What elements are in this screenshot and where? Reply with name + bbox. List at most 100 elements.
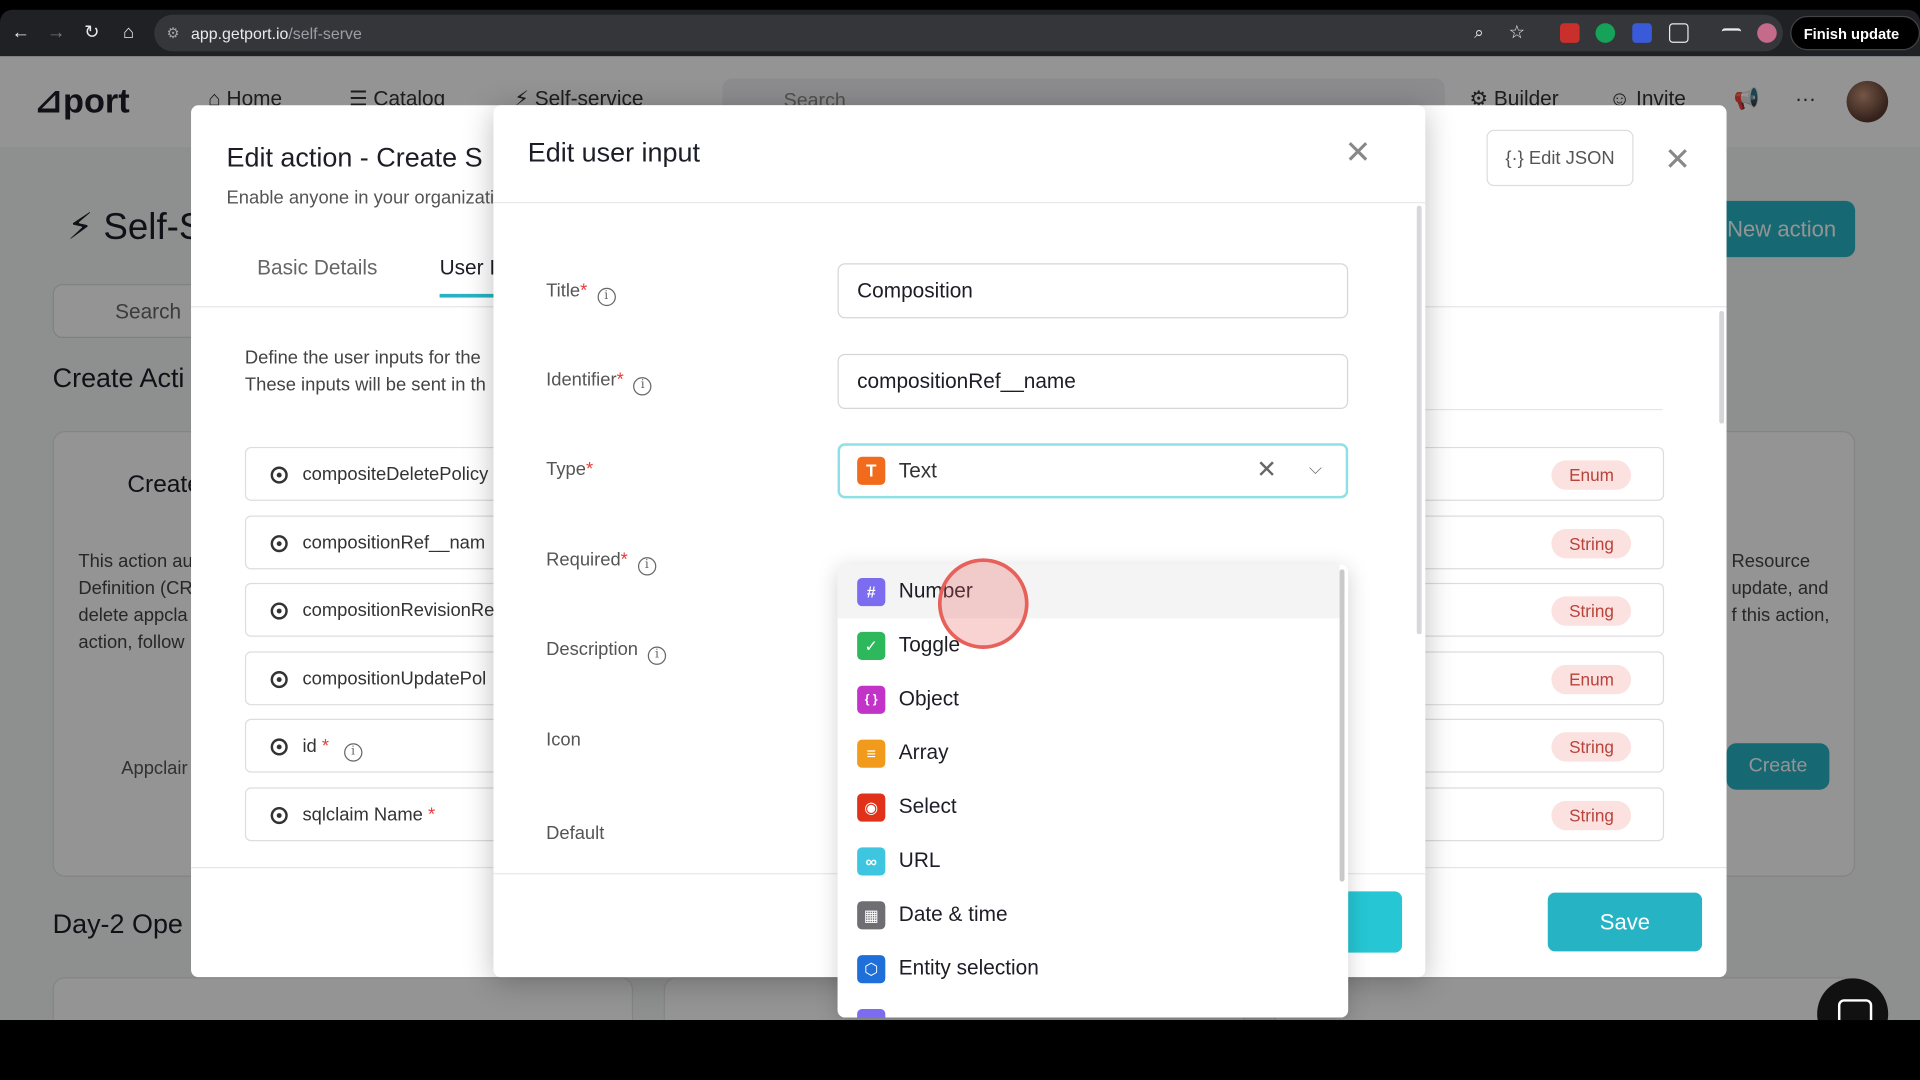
site-settings-icon[interactable]: ⚙ <box>167 24 184 41</box>
option-label: Date & time <box>898 902 1008 926</box>
required-star: * <box>321 735 330 757</box>
option-label: Array <box>898 740 949 765</box>
drag-handle-icon[interactable] <box>270 466 288 484</box>
save-button[interactable]: Save <box>1547 892 1703 952</box>
calendar-icon: ▦ <box>857 901 886 930</box>
edit-action-subtitle: Enable anyone in your organizati <box>226 187 495 209</box>
define-line: Define the user inputs for the <box>244 347 481 369</box>
reading-list-icon[interactable] <box>1721 28 1742 40</box>
type-badge: String <box>1551 732 1632 762</box>
default-label: Default <box>546 823 604 844</box>
type-badge: String <box>1551 528 1632 559</box>
drag-handle-icon[interactable] <box>270 602 288 620</box>
info-icon[interactable]: i <box>597 287 616 307</box>
toggle-icon: ✓ <box>857 631 886 661</box>
info-icon[interactable]: i <box>633 377 652 396</box>
close-icon[interactable]: ✕ <box>1660 142 1694 176</box>
url-icon: ∞ <box>857 847 886 876</box>
zoom-icon[interactable]: ⌕ <box>1474 22 1484 43</box>
identifier-label-text: Identifier <box>546 369 617 391</box>
type-badge: String <box>1551 596 1632 626</box>
title-label-text: Title <box>546 280 581 302</box>
drag-handle-icon[interactable] <box>270 738 288 756</box>
define-line: These inputs will be sent in th <box>244 374 486 396</box>
type-label-text: Type <box>546 459 586 481</box>
title-label: Title* i <box>546 280 616 307</box>
finish-update-label: Finish update <box>1803 25 1900 43</box>
user-input-label-text: id <box>302 735 317 757</box>
bookmark-star-icon[interactable]: ☆ <box>1509 21 1525 43</box>
drag-handle-icon[interactable] <box>270 671 288 689</box>
finish-update-button[interactable]: Finish update ⋮ <box>1790 15 1920 77</box>
define-inputs-text: Define the user inputs for the These inp… <box>245 345 486 399</box>
title-input-value: Composition <box>857 279 973 303</box>
required-star: * <box>428 804 436 826</box>
chevron-down-icon[interactable]: ⌵ <box>1309 443 1322 493</box>
extensions-puzzle-icon[interactable] <box>1668 23 1689 43</box>
info-icon[interactable]: i <box>647 646 667 665</box>
icon-label-text: Icon <box>546 729 581 751</box>
address-bar[interactable]: ⚙ app.getport.io/self-serve ⌕ ☆ <box>154 14 1783 52</box>
back-icon[interactable]: ← <box>10 22 32 44</box>
modal-scrollbar[interactable] <box>1416 205 1422 635</box>
extension-grammarly-icon[interactable] <box>1595 23 1616 43</box>
click-indicator <box>937 558 1029 649</box>
option-label: Entity selection <box>898 956 1039 980</box>
profile-icon[interactable] <box>1757 23 1777 43</box>
code-braces-icon: {·} <box>1505 148 1529 169</box>
identifier-input[interactable]: compositionRef__name <box>837 353 1349 409</box>
object-icon: { } <box>857 685 886 714</box>
text-type-icon: T <box>857 456 886 485</box>
modal-header: Edit user input ✕ <box>493 105 1426 204</box>
type-badge: Enum <box>1551 664 1632 695</box>
type-option-entity-selection[interactable]: ⬡ Entity selection <box>838 942 1340 996</box>
option-label: URL <box>898 848 941 872</box>
user-input-label: compositionRef__nam <box>302 532 486 554</box>
identifier-label: Identifier* i <box>546 370 652 396</box>
url-path: /self-serve <box>288 24 362 43</box>
drag-handle-icon[interactable] <box>270 535 288 553</box>
port-app: ⊿port ⌂ Home ☰ Catalog ⚡ Self-service Se… <box>0 56 1920 1021</box>
number-icon: # <box>857 577 886 607</box>
type-option-select[interactable]: ◉ Select <box>838 780 1340 834</box>
url-text: app.getport.io/self-serve <box>191 24 362 42</box>
type-option-array[interactable]: ≡ Array <box>838 726 1340 780</box>
type-select[interactable]: T Text ✕ ⌵ <box>837 443 1349 499</box>
description-label-text: Description <box>546 639 639 661</box>
browser-toolbar: ← → ↻ ⌂ ⚙ app.getport.io/self-serve ⌕ ☆ … <box>0 9 1920 77</box>
edit-json-button[interactable]: {·} Edit JSON <box>1486 129 1634 187</box>
forward-icon[interactable]: → <box>45 22 67 44</box>
extension-red-icon[interactable] <box>1560 23 1580 43</box>
type-badge: Enum <box>1551 460 1632 490</box>
type-option-datetime[interactable]: ▦ Date & time <box>838 888 1340 942</box>
title-input[interactable]: Composition <box>837 263 1349 319</box>
identifier-input-value: compositionRef__name <box>857 369 1076 394</box>
tab-user-inputs[interactable]: User I <box>439 256 496 298</box>
drag-handle-icon[interactable] <box>270 806 288 825</box>
user-input-label: compositeDeletePolicy <box>302 464 489 485</box>
type-option-more[interactable] <box>838 996 1340 1018</box>
type-option-toggle[interactable]: ✓ Toggle <box>838 618 1340 672</box>
modal-scrollbar[interactable] <box>1719 311 1725 424</box>
info-icon[interactable]: i <box>343 743 363 762</box>
default-label-text: Default <box>546 822 605 844</box>
type-option-object[interactable]: { } Object <box>838 672 1340 726</box>
tab-basic-details[interactable]: Basic Details <box>257 256 377 280</box>
icon-label: Icon <box>546 730 581 751</box>
info-icon[interactable]: i <box>637 557 656 576</box>
user-input-label: id * i <box>302 735 363 762</box>
type-option-url[interactable]: ∞ URL <box>838 834 1340 888</box>
clear-icon[interactable]: ✕ <box>1256 446 1277 496</box>
array-icon: ≡ <box>857 739 886 768</box>
extension-zoom-icon[interactable] <box>1632 23 1652 43</box>
modal-title: Edit user input <box>527 137 700 168</box>
required-star: * <box>580 280 588 302</box>
url-host: app.getport.io <box>191 24 289 43</box>
close-icon[interactable]: ✕ <box>1341 135 1375 169</box>
type-option-number[interactable]: # Number <box>837 564 1340 619</box>
home-browser-icon[interactable]: ⌂ <box>118 22 140 44</box>
required-label-text: Required <box>546 549 621 571</box>
reload-icon[interactable]: ↻ <box>81 22 103 44</box>
dropdown-scrollbar[interactable] <box>1339 569 1345 882</box>
user-input-label: sqlclaim Name * <box>302 804 435 825</box>
